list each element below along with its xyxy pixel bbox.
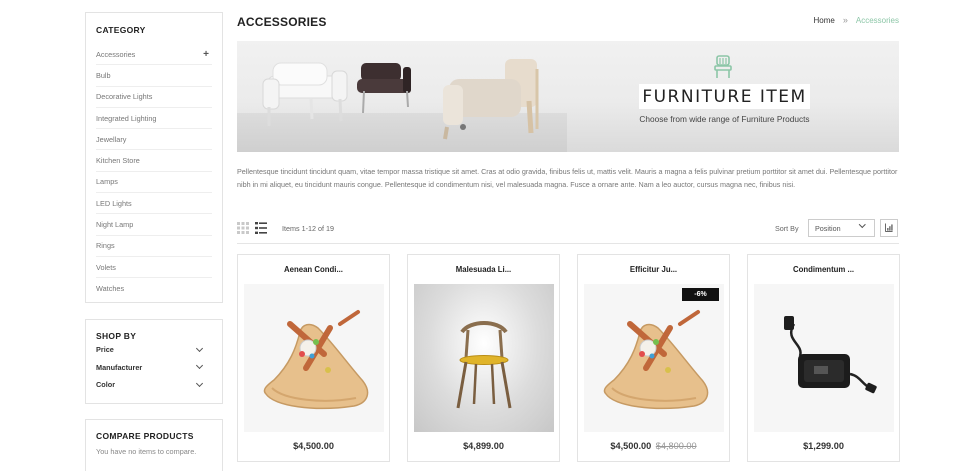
- product-image-chair[interactable]: [414, 284, 554, 432]
- chevron-down-icon[interactable]: [195, 362, 204, 370]
- product-card[interactable]: Condimentum ... $1,299.00: [747, 254, 900, 462]
- filter-price[interactable]: Price: [96, 341, 212, 359]
- compare-title: COMPARE PRODUCTS: [96, 431, 194, 441]
- product-card[interactable]: Aenean Condi... $4,500.00: [237, 254, 390, 462]
- category-item-lamps[interactable]: Lamps: [96, 172, 212, 194]
- category-item-kitchen-store[interactable]: Kitchen Store: [96, 150, 212, 172]
- category-item-bulb[interactable]: Bulb: [96, 65, 212, 87]
- product-name[interactable]: Condimentum ...: [748, 265, 899, 274]
- breadcrumb-current: Accessories: [855, 15, 899, 25]
- category-item-accessories[interactable]: Accessories +: [96, 44, 212, 66]
- sort-by-value: Position: [815, 224, 841, 233]
- chevron-down-icon[interactable]: [195, 344, 204, 352]
- product-price: $4,899.00: [463, 441, 504, 451]
- shop-by-title: SHOP BY: [96, 331, 137, 341]
- category-item-label: Rings: [96, 241, 115, 251]
- category-item-rings[interactable]: Rings: [96, 236, 212, 257]
- product-name[interactable]: Efficitur Ju...: [578, 265, 729, 274]
- product-price: $1,299.00: [803, 441, 844, 451]
- expand-plus-icon[interactable]: +: [203, 49, 209, 60]
- filter-label: Price: [96, 345, 114, 355]
- category-item-integrated-lighting[interactable]: Integrated Lighting: [96, 108, 212, 130]
- category-item-decorative-lights[interactable]: Decorative Lights: [96, 87, 212, 108]
- category-item-label: Accessories: [96, 49, 136, 59]
- product-image-power-adapter[interactable]: [754, 284, 894, 432]
- filter-label: Color: [96, 380, 116, 390]
- product-price-group: $4,500.00 $4,800.00: [578, 441, 729, 451]
- filter-label: Manufacturer: [96, 362, 143, 372]
- chevron-down-icon: [858, 221, 865, 228]
- breadcrumb: Home » Accessories: [814, 15, 899, 25]
- category-list: Accessories + Bulb Decorative Lights Int…: [96, 44, 212, 300]
- chair-icon: [714, 55, 732, 78]
- grid-view-icon[interactable]: [237, 222, 249, 234]
- category-title: CATEGORY: [96, 25, 146, 35]
- category-item-label: Integrated Lighting: [96, 113, 157, 123]
- product-image-sandal[interactable]: [244, 284, 384, 432]
- category-description: Pellentesque tincidunt tincidunt quam, v…: [237, 167, 898, 190]
- category-item-label: LED Lights: [96, 198, 132, 208]
- category-banner: FURNITURE ITEM Choose from wide range of…: [237, 41, 899, 152]
- list-view-icon[interactable]: [255, 222, 267, 234]
- breadcrumb-home[interactable]: Home: [814, 16, 835, 25]
- category-item-night-lamp[interactable]: Night Lamp: [96, 214, 212, 236]
- category-item-label: Jewellary: [96, 134, 127, 144]
- page-title: ACCESSORIES: [237, 15, 327, 29]
- category-item-watches[interactable]: Watches: [96, 278, 212, 299]
- category-item-label: Volets: [96, 262, 116, 272]
- category-item-label: Night Lamp: [96, 220, 134, 230]
- compare-panel: COMPARE PRODUCTS You have no items to co…: [85, 419, 223, 471]
- product-card[interactable]: Malesuada Li... $4,899.00: [407, 254, 560, 462]
- banner-chairs-image: [262, 59, 539, 140]
- category-item-volets[interactable]: Volets: [96, 257, 212, 279]
- items-count: Items 1-12 of 19: [282, 224, 334, 233]
- product-card[interactable]: Efficitur Ju... -6% $4,500.00 $4,800.00: [577, 254, 730, 462]
- category-item-label: Bulb: [96, 70, 111, 80]
- filter-color[interactable]: Color: [96, 376, 212, 394]
- product-name[interactable]: Aenean Condi...: [238, 265, 389, 274]
- category-item-label: Kitchen Store: [96, 156, 140, 166]
- sort-by-select[interactable]: Position: [808, 219, 875, 237]
- category-item-label: Watches: [96, 284, 125, 294]
- banner-heading: FURNITURE ITEM: [639, 84, 810, 109]
- product-old-price: $4,800.00: [655, 441, 697, 451]
- category-panel: CATEGORY Accessories + Bulb Decorative L…: [85, 12, 223, 303]
- sort-direction-icon[interactable]: [880, 219, 898, 237]
- product-price: $4,500.00: [293, 441, 334, 451]
- breadcrumb-separator: »: [842, 15, 848, 25]
- category-item-label: Lamps: [96, 177, 118, 187]
- products-toolbar: Items 1-12 of 19 Sort By Position: [237, 218, 899, 244]
- compare-empty-text: You have no items to compare.: [96, 447, 197, 456]
- sort-by-label: Sort By: [775, 224, 799, 233]
- banner-subheading: Choose from wide range of Furniture Prod…: [639, 114, 810, 124]
- category-item-led-lights[interactable]: LED Lights: [96, 193, 212, 215]
- category-item-label: Decorative Lights: [96, 92, 153, 102]
- product-price: $4,500.00: [610, 441, 652, 451]
- product-image-sandal[interactable]: [584, 284, 724, 432]
- chevron-down-icon[interactable]: [195, 379, 204, 387]
- category-item-jewellary[interactable]: Jewellary: [96, 129, 212, 151]
- filter-manufacturer[interactable]: Manufacturer: [96, 359, 212, 377]
- shop-by-panel: SHOP BY Price Manufacturer Color: [85, 319, 223, 404]
- discount-badge: -6%: [682, 288, 719, 301]
- product-name[interactable]: Malesuada Li...: [408, 265, 559, 274]
